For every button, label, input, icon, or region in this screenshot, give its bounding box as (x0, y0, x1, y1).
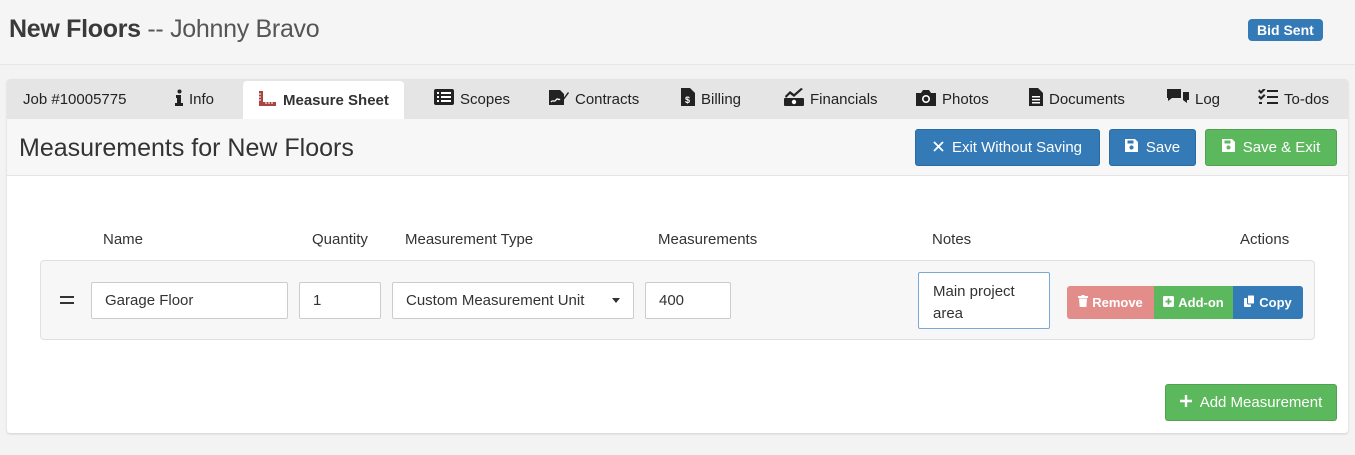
tab-label: Photos (942, 90, 989, 108)
column-header-notes: Notes (932, 231, 972, 248)
remove-label: Remove (1092, 295, 1143, 310)
signature-icon (548, 88, 575, 110)
tab-documents[interactable]: Documents (1029, 79, 1125, 119)
tab-label: Measure Sheet (283, 91, 389, 109)
tab-photos[interactable]: Photos (916, 79, 989, 119)
tab-info[interactable]: Info (175, 79, 214, 119)
copy-button[interactable]: Copy (1233, 286, 1303, 319)
list-icon (434, 89, 460, 109)
column-header-measurements: Measurements (658, 231, 758, 248)
plus-square-icon (1163, 295, 1178, 310)
tab-label: Job #10005775 (23, 90, 127, 108)
tab-measure-sheet[interactable]: Measure Sheet (243, 81, 404, 119)
info-icon (175, 89, 189, 110)
measurements-input[interactable]: 400 (645, 282, 731, 319)
save-button[interactable]: Save (1109, 129, 1196, 166)
invoice-icon: $ (681, 88, 701, 110)
add-measurement-button[interactable]: Add Measurement (1165, 384, 1337, 421)
tab-billing[interactable]: $ Billing (681, 79, 741, 119)
top-bar: New Floors -- Johnny Bravo Bid Sent (0, 0, 1355, 65)
quantity-input[interactable]: 1 (299, 282, 381, 319)
floppy-disk-icon (1221, 139, 1243, 156)
money-chart-icon (784, 88, 810, 110)
plus-icon (1179, 394, 1200, 411)
project-name: New Floors (9, 15, 141, 43)
column-header-name: Name (103, 231, 144, 248)
tab-label: Scopes (460, 90, 511, 108)
tab-log[interactable]: Log (1167, 79, 1220, 119)
ruler-icon (258, 90, 283, 111)
tab-contracts[interactable]: Contracts (548, 79, 639, 119)
svg-text:$: $ (685, 95, 690, 105)
column-header-actions: Actions (1240, 231, 1290, 248)
chevron-down-icon (612, 298, 620, 303)
document-icon (1029, 88, 1049, 110)
client-name: Johnny Bravo (170, 15, 320, 43)
exit-without-saving-button[interactable]: Exit Without Saving (915, 129, 1100, 166)
column-header-quantity: Quantity (312, 231, 368, 248)
add-measurement-label: Add Measurement (1199, 394, 1323, 411)
tab-bar: Job #10005775 Info Measure Sheet Scopes (7, 79, 1348, 119)
name-input[interactable]: Garage Floor (91, 282, 288, 319)
tab-label: Info (189, 90, 215, 108)
column-header-measurement-type: Measurement Type (405, 231, 534, 248)
status-badge: Bid Sent (1248, 19, 1323, 41)
save-and-exit-button[interactable]: Save & Exit (1205, 129, 1337, 166)
floppy-disk-icon (1124, 139, 1146, 156)
notes-textarea[interactable]: Main project area (918, 272, 1050, 329)
title-separator: -- (140, 15, 171, 43)
copy-label: Copy (1259, 295, 1292, 310)
tab-financials[interactable]: Financials (784, 79, 878, 119)
tab-label: Contracts (575, 90, 640, 108)
drag-handle-icon[interactable] (60, 296, 74, 308)
measurement-type-select[interactable]: Custom Measurement Unit (392, 282, 634, 319)
tab-label: Financials (810, 90, 878, 108)
measurement-row: Garage Floor 1 Custom Measurement Unit 4… (40, 260, 1315, 340)
section-title: Measurements for New Floors (19, 134, 354, 162)
close-icon (933, 139, 952, 156)
tab-scopes[interactable]: Scopes (434, 79, 510, 119)
tab-label: Documents (1049, 90, 1125, 108)
job-card: Job #10005775 Info Measure Sheet Scopes (7, 79, 1348, 433)
save-exit-label: Save & Exit (1242, 139, 1321, 156)
copy-icon (1244, 294, 1259, 310)
save-label: Save (1145, 139, 1181, 156)
comments-icon (1167, 88, 1195, 110)
checklist-icon (1258, 88, 1284, 109)
remove-button[interactable]: Remove (1067, 286, 1154, 319)
add-on-label: Add-on (1178, 295, 1224, 310)
exit-label: Exit Without Saving (951, 139, 1083, 156)
camera-icon (916, 89, 942, 110)
measurement-type-value: Custom Measurement Unit (406, 292, 585, 309)
add-on-button[interactable]: Add-on (1154, 286, 1233, 319)
tab-label: Billing (701, 90, 742, 108)
section-header: Measurements for New Floors Exit Without… (7, 119, 1348, 176)
tab-label: Log (1195, 90, 1221, 108)
tab-to-dos[interactable]: To-dos (1258, 79, 1329, 119)
trash-icon (1078, 295, 1092, 310)
tab-label: To-dos (1284, 90, 1330, 108)
tab-job-number[interactable]: Job #10005775 (23, 79, 126, 119)
page-title: New Floors -- Johnny Bravo (9, 14, 320, 44)
